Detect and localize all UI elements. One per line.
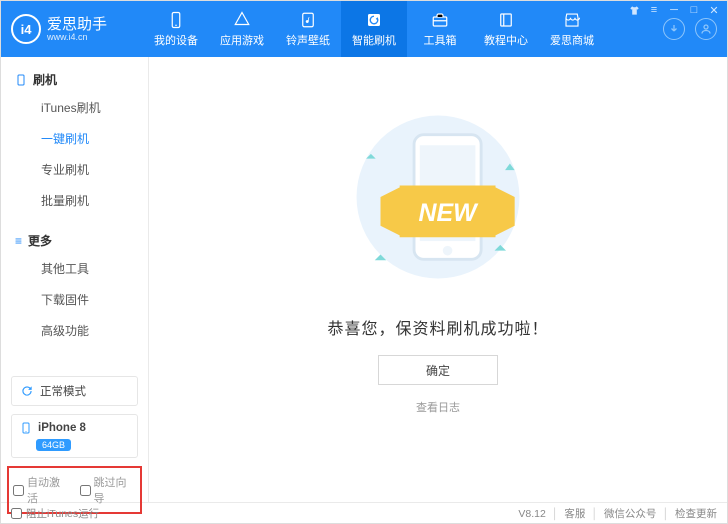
phone-icon xyxy=(20,421,32,435)
brand-url: www.i4.cn xyxy=(47,32,107,42)
confirm-button[interactable]: 确定 xyxy=(378,355,498,385)
sidebar-item-0-2[interactable]: 专业刷机 xyxy=(1,154,148,185)
brand-name: 爱思助手 xyxy=(47,17,107,32)
sidebar: 刷机iTunes刷机一键刷机专业刷机批量刷机 ≡更多其他工具下载固件高级功能 正常… xyxy=(1,57,149,502)
close-icon[interactable]: ✕ xyxy=(707,3,721,17)
phone-icon xyxy=(167,11,185,29)
nav-item-3[interactable]: 智能刷机 xyxy=(341,1,407,57)
music-icon xyxy=(299,11,317,29)
book-icon xyxy=(497,11,515,29)
sidebar-item-1-1[interactable]: 下载固件 xyxy=(1,284,148,315)
brand-logo-icon: i4 xyxy=(11,14,41,44)
sidebar-item-0-3[interactable]: 批量刷机 xyxy=(1,185,148,216)
nav-item-1[interactable]: 应用游戏 xyxy=(209,1,275,57)
footer-link-update[interactable]: 检查更新 xyxy=(675,506,717,521)
footer-link-support[interactable]: 客服 xyxy=(564,506,585,521)
version-label: V8.12 xyxy=(518,508,545,520)
refresh-icon xyxy=(20,384,34,398)
success-message: 恭喜您，保资料刷机成功啦！ xyxy=(327,315,548,339)
phone-icon xyxy=(15,73,27,87)
sidebar-item-0-0[interactable]: iTunes刷机 xyxy=(1,92,148,123)
storage-badge: 64GB xyxy=(36,439,71,451)
window-controls: ≡ ─ □ ✕ xyxy=(627,3,721,17)
mode-label: 正常模式 xyxy=(40,383,86,399)
sidebar-item-1-2[interactable]: 高级功能 xyxy=(1,315,148,346)
device-mode[interactable]: 正常模式 xyxy=(11,376,138,406)
main-content: NEW 恭喜您，保资料刷机成功啦！ 确定 查看日志 xyxy=(149,57,727,502)
nav-item-5[interactable]: 教程中心 xyxy=(473,1,539,57)
footer-link-wechat[interactable]: 微信公众号 xyxy=(604,506,657,521)
maximize-icon[interactable]: □ xyxy=(687,3,701,17)
download-button[interactable] xyxy=(663,18,685,40)
app-header: i4 爱思助手 www.i4.cn 我的设备应用游戏铃声壁纸智能刷机工具箱教程中… xyxy=(1,1,727,57)
nav-item-2[interactable]: 铃声壁纸 xyxy=(275,1,341,57)
block-itunes-checkbox[interactable]: 阻止iTunes运行 xyxy=(11,506,99,521)
refresh-icon xyxy=(365,11,383,29)
user-button[interactable] xyxy=(695,18,717,40)
nav-item-6[interactable]: 爱思商城 xyxy=(539,1,605,57)
menu-icon: ≡ xyxy=(15,234,22,248)
skip-wizard-checkbox[interactable]: 跳过向导 xyxy=(80,474,137,506)
skin-icon[interactable] xyxy=(627,3,641,17)
toolbox-icon xyxy=(431,11,449,29)
nav-item-4[interactable]: 工具箱 xyxy=(407,1,473,57)
device-name: iPhone 8 xyxy=(38,422,86,434)
success-illustration: NEW xyxy=(323,97,553,297)
sidebar-item-0-1[interactable]: 一键刷机 xyxy=(1,123,148,154)
nav-item-0[interactable]: 我的设备 xyxy=(143,1,209,57)
apps-icon xyxy=(233,11,251,29)
svg-text:NEW: NEW xyxy=(419,199,480,227)
sidebar-group-header-1[interactable]: ≡更多 xyxy=(1,228,148,253)
sidebar-group-header-0[interactable]: 刷机 xyxy=(1,67,148,92)
minimize-icon[interactable]: ─ xyxy=(667,3,681,17)
device-box[interactable]: iPhone 8 64GB xyxy=(11,414,138,458)
store-icon xyxy=(563,11,581,29)
auto-activate-checkbox[interactable]: 自动激活 xyxy=(13,474,70,506)
brand: i4 爱思助手 www.i4.cn xyxy=(1,1,143,57)
top-nav: 我的设备应用游戏铃声壁纸智能刷机工具箱教程中心爱思商城 xyxy=(143,1,663,57)
sidebar-item-1-0[interactable]: 其他工具 xyxy=(1,253,148,284)
menu-icon[interactable]: ≡ xyxy=(647,3,661,17)
view-log-link[interactable]: 查看日志 xyxy=(416,399,460,415)
